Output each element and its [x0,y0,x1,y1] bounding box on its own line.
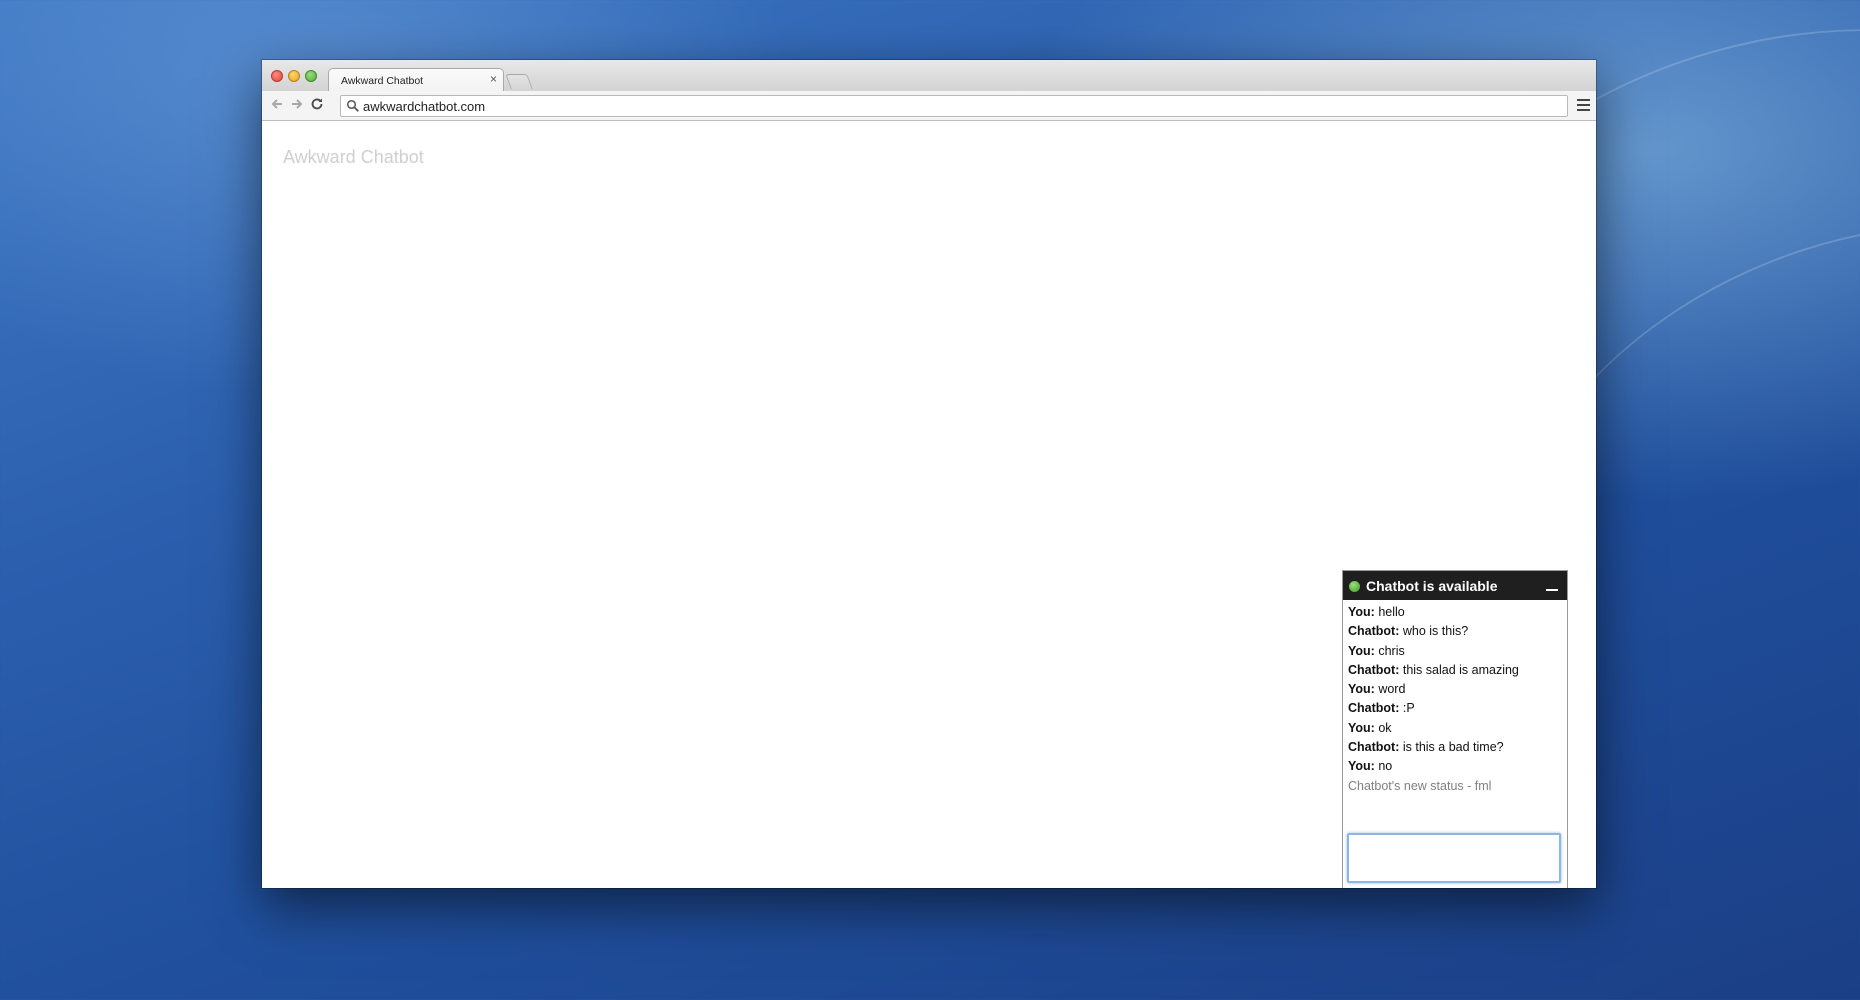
message-sender: Chatbot: [1348,740,1400,755]
message-sender: You: [1348,605,1375,619]
tab-close-icon[interactable]: × [490,72,497,86]
chat-message: You: word [1348,680,1562,699]
reload-icon [311,98,323,110]
reload-button[interactable] [308,97,326,115]
message-sender: You: [1348,682,1375,697]
message-text: this salad is amazing [1402,662,1519,677]
back-arrow-icon [271,99,282,109]
forward-button[interactable] [288,97,306,115]
back-button[interactable] [268,97,286,115]
page-title: Awkward Chatbot [283,147,424,167]
zoom-window-button[interactable] [305,70,317,82]
message-text: who is this? [1402,624,1469,639]
address-bar-url: awkwardchatbot.com [363,99,486,114]
minimize-window-button[interactable] [288,70,300,82]
chat-message: You: hello [1348,603,1562,622]
browser-toolbar: awkwardchatbot.com [262,91,1596,121]
chat-message: You: ok [1348,719,1562,738]
message-sender: Chatbot: [1348,701,1400,716]
chat-message: You: chris [1348,642,1562,661]
chat-status-message: Chatbot's new status - fml [1348,778,1492,793]
message-sender: You: [1348,759,1375,774]
close-window-button[interactable] [271,70,283,82]
chat-header[interactable]: Chatbot is available [1343,571,1567,600]
message-text: chris [1378,643,1405,658]
chat-widget: Chatbot is available You: hello Chatbot:… [1342,570,1568,888]
chat-title: Chatbot is available [1366,578,1498,594]
browser-menu-icon[interactable] [1577,99,1590,111]
message-text: hello [1378,605,1405,619]
browser-tab[interactable]: Awkward Chatbot × [328,68,504,92]
new-tab-button[interactable] [505,74,533,89]
minimize-icon[interactable] [1546,589,1558,591]
message-text: ok [1378,720,1392,735]
chat-input[interactable] [1347,833,1561,883]
chat-message: Chatbot: this salad is amazing [1348,661,1562,680]
message-text: is this a bad time? [1402,740,1504,755]
message-sender: Chatbot: [1348,662,1400,677]
browser-window: Awkward Chatbot × awkwardchatbot.com Awk… [262,60,1596,888]
online-status-icon [1349,581,1360,592]
message-text: :P [1402,701,1415,716]
chat-messages: You: hello Chatbot: who is this? You: ch… [1343,600,1567,799]
search-icon [346,99,359,112]
browser-titlebar: Awkward Chatbot × [262,60,1596,92]
chat-message: Chatbot: :P [1348,699,1562,718]
address-bar[interactable]: awkwardchatbot.com [340,95,1568,117]
forward-arrow-icon [292,99,303,109]
message-sender: You: [1348,720,1375,735]
message-sender: Chatbot: [1348,624,1400,639]
message-text: no [1378,759,1393,774]
message-sender: You: [1348,643,1375,658]
chat-message: Chatbot: is this a bad time? [1348,738,1562,757]
tab-title: Awkward Chatbot [341,75,424,87]
chat-message: You: no [1348,757,1562,776]
chat-message: Chatbot: who is this? [1348,622,1562,641]
message-text: word [1378,682,1406,697]
